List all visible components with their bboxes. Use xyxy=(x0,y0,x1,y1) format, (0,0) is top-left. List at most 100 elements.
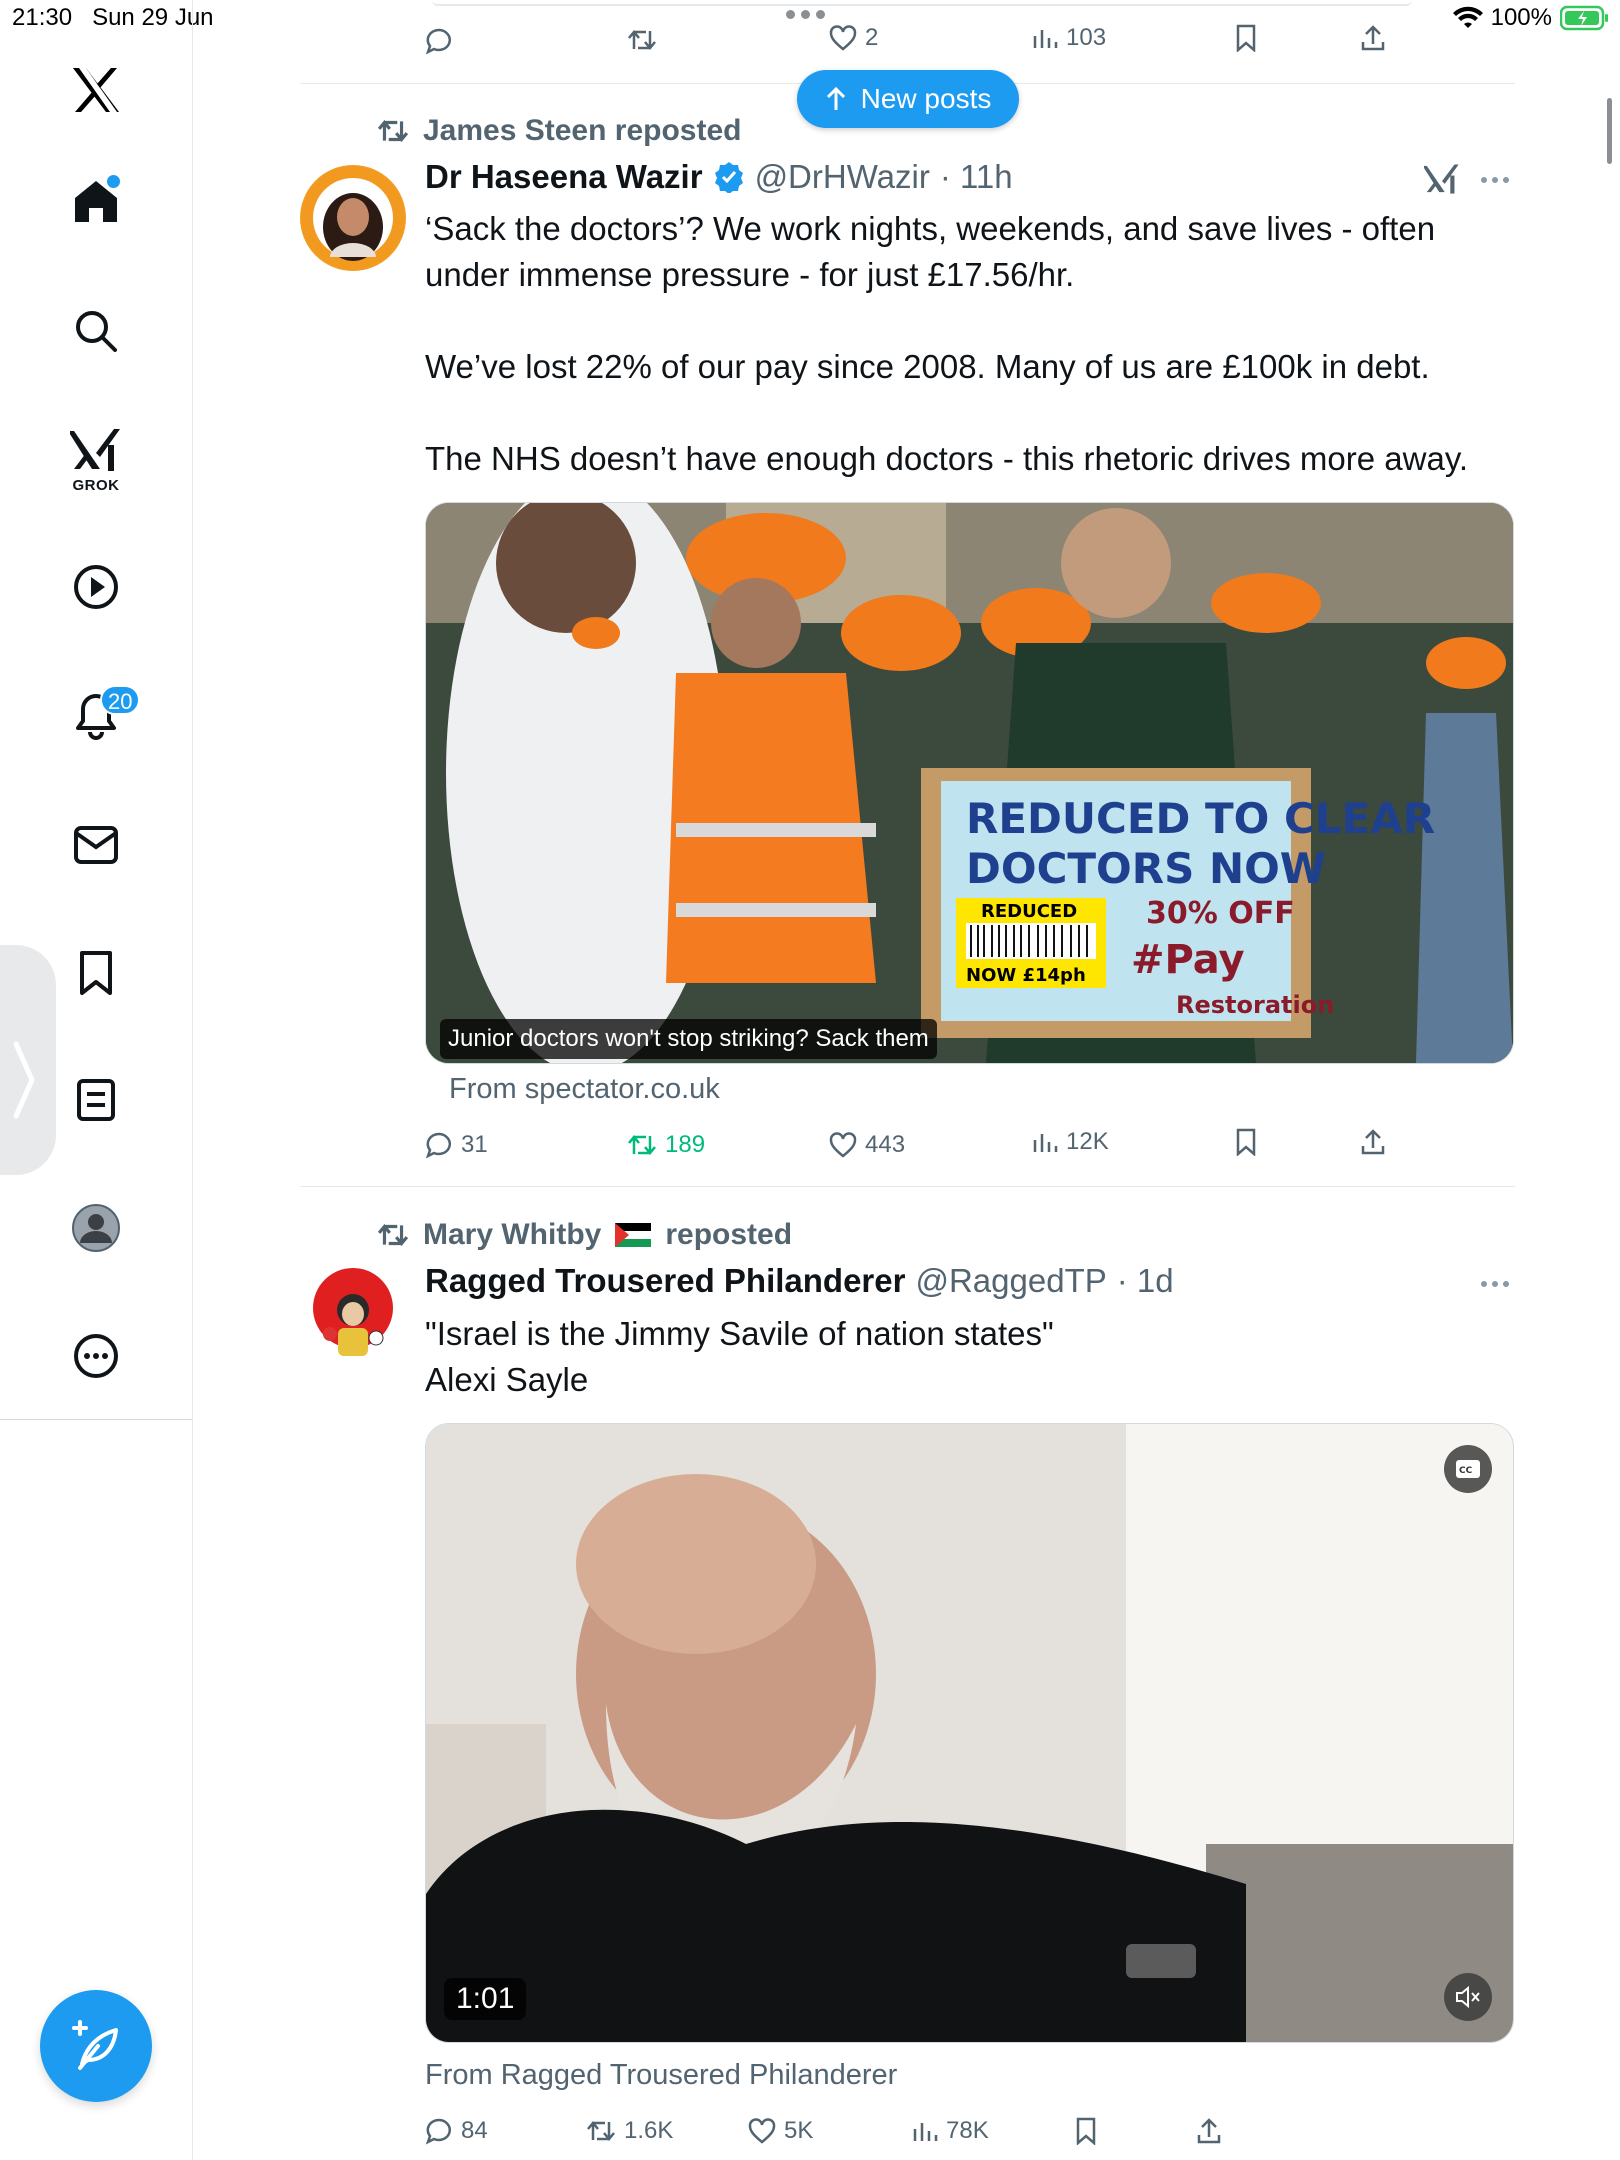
verified-badge-icon xyxy=(714,162,743,193)
post-time: · 1d xyxy=(1116,1262,1174,1299)
share-action[interactable] xyxy=(1196,2117,1222,2145)
scrollbar[interactable] xyxy=(1607,98,1612,164)
like-action[interactable]: 5K xyxy=(748,2117,813,2145)
views-count: 12K xyxy=(1066,1128,1109,1155)
repost-action[interactable]: 189 xyxy=(627,1131,705,1159)
share-upload-icon xyxy=(1197,2118,1221,2144)
bookmark-icon xyxy=(1076,2117,1096,2145)
top-bookmark-action[interactable] xyxy=(1235,24,1257,52)
palestine-flag-icon xyxy=(615,1223,652,1247)
post-time: · 11h xyxy=(939,158,1013,195)
closed-captions-icon: CC xyxy=(1456,1460,1480,1478)
sidebar-divider xyxy=(0,1419,192,1420)
views-chart-icon xyxy=(1033,30,1058,48)
chevron-right-icon[interactable] xyxy=(12,1040,36,1120)
search-icon[interactable] xyxy=(66,301,126,361)
grok-explain-icon[interactable] xyxy=(1424,161,1460,197)
top-views-count: 103 xyxy=(1066,24,1107,51)
more-options-icon[interactable] xyxy=(66,1326,126,1386)
views-count: 78K xyxy=(946,2117,989,2144)
reply-count: 84 xyxy=(461,2117,488,2144)
articles-icon[interactable] xyxy=(66,1070,126,1130)
reply-icon xyxy=(425,2118,451,2145)
video-duration: 1:01 xyxy=(444,1978,527,2020)
sign-price: NOW £14ph xyxy=(966,965,1086,986)
speaker-muted-icon xyxy=(1456,1985,1480,2009)
wifi-icon xyxy=(1452,6,1483,29)
repost-action[interactable]: 1.6K xyxy=(586,2117,673,2145)
x-logo-icon[interactable] xyxy=(66,60,126,120)
captions-button[interactable]: CC xyxy=(1444,1445,1492,1493)
grok-icon[interactable] xyxy=(66,420,126,480)
reply-icon xyxy=(425,28,451,55)
sign-offer: 30% OFF xyxy=(1146,896,1295,931)
repost-icon xyxy=(628,1135,656,1155)
reposted-by: James Steen reposted xyxy=(423,114,742,147)
post-more-icon[interactable] xyxy=(1481,1281,1509,1287)
views-action[interactable]: 78K xyxy=(912,2117,989,2145)
mute-button[interactable] xyxy=(1444,1973,1492,2021)
messages-envelope-icon[interactable] xyxy=(66,815,126,875)
like-count: 443 xyxy=(865,1131,906,1158)
author-name[interactable]: Dr Haseena Wazir xyxy=(425,158,703,196)
link-source[interactable]: From spectator.co.uk xyxy=(449,1073,720,1106)
video-frame xyxy=(426,1424,1513,2042)
like-heart-icon xyxy=(748,2118,776,2144)
author-name[interactable]: Ragged Trousered Philanderer xyxy=(425,1262,905,1300)
battery-icon xyxy=(1560,5,1608,31)
video-play-icon[interactable] xyxy=(66,557,126,617)
share-upload-icon xyxy=(1361,1129,1385,1155)
like-count: 5K xyxy=(784,2117,814,2144)
repost-count: 1.6K xyxy=(624,2117,674,2144)
sign-hashtag-2: Restoration xyxy=(1176,991,1334,1019)
reply-count: 31 xyxy=(461,1131,488,1158)
multitask-dots[interactable] xyxy=(786,10,825,19)
reposted-suffix: reposted xyxy=(665,1218,793,1251)
post-header: Ragged Trousered Philanderer @RaggedTP ·… xyxy=(425,1262,1174,1300)
author-handle[interactable]: @DrHWazir xyxy=(755,158,930,196)
top-share-action[interactable] xyxy=(1360,24,1386,52)
arrow-up-icon xyxy=(826,86,845,110)
views-chart-icon xyxy=(1033,1134,1058,1152)
post-more-icon[interactable] xyxy=(1481,177,1509,183)
like-heart-icon xyxy=(829,1132,857,1158)
top-views-action[interactable]: 103 xyxy=(1032,24,1106,52)
video-source[interactable]: From Ragged Trousered Philanderer xyxy=(425,2059,897,2092)
reply-action[interactable]: 84 xyxy=(425,2117,488,2145)
grok-label: GROK xyxy=(72,477,120,494)
bookmark-action[interactable] xyxy=(1075,2117,1097,2145)
repost-context[interactable]: James Steen reposted xyxy=(377,114,741,148)
post-header: Dr Haseena Wazir @DrHWazir · 11h xyxy=(425,158,1013,196)
reply-action[interactable]: 31 xyxy=(425,1131,488,1159)
compose-post-button[interactable] xyxy=(40,1990,152,2102)
avatar[interactable] xyxy=(300,165,406,271)
new-posts-button[interactable]: New posts xyxy=(797,70,1019,128)
reply-icon xyxy=(425,1132,451,1159)
repost-icon xyxy=(628,30,656,50)
views-action[interactable]: 12K xyxy=(1032,1128,1109,1156)
sign-reduced-tag: REDUCED xyxy=(981,901,1077,922)
bookmarks-icon[interactable] xyxy=(66,943,126,1003)
home-new-indicator xyxy=(105,173,122,190)
post-divider xyxy=(300,1186,1515,1187)
bookmark-icon xyxy=(1236,24,1256,52)
link-card-title[interactable]: Junior doctors won't stop striking? Sack… xyxy=(440,1019,937,1059)
like-action[interactable]: 443 xyxy=(829,1131,905,1159)
top-repost-action[interactable] xyxy=(627,27,657,53)
top-reply-action[interactable] xyxy=(425,27,453,55)
svg-text:CC: CC xyxy=(1459,1466,1473,1476)
bookmark-action[interactable] xyxy=(1235,1128,1257,1156)
link-card-image[interactable]: REDUCED TO CLEAR DOCTORS NOW REDUCED NOW… xyxy=(425,502,1514,1064)
author-handle[interactable]: @RaggedTP xyxy=(915,1262,1106,1300)
top-like-action[interactable]: 2 xyxy=(829,24,878,52)
new-posts-label: New posts xyxy=(860,83,992,114)
repost-icon xyxy=(377,1223,409,1247)
repost-context[interactable]: Mary Whitby reposted xyxy=(377,1218,792,1252)
like-heart-icon xyxy=(829,25,857,51)
video-player[interactable] xyxy=(425,1423,1514,2043)
avatar[interactable] xyxy=(300,1266,406,1372)
profile-avatar-icon[interactable] xyxy=(66,1198,126,1258)
sign-line-2: DOCTORS NOW xyxy=(966,844,1326,893)
share-action[interactable] xyxy=(1360,1128,1386,1156)
battery-percent: 100% xyxy=(1490,4,1552,31)
